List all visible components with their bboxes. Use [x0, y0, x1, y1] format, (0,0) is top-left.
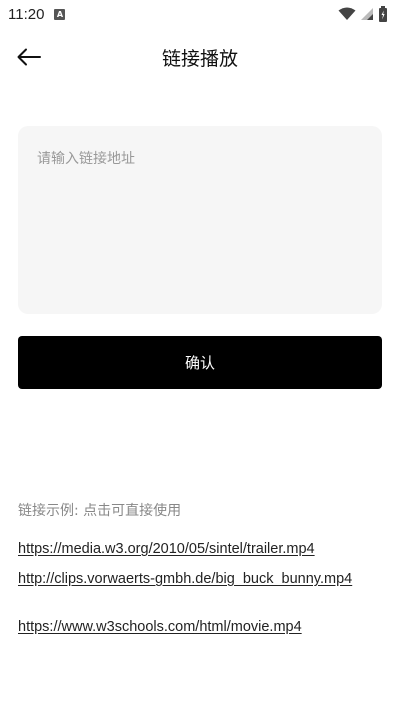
battery-icon	[379, 6, 387, 22]
confirm-button[interactable]: 确认	[18, 336, 382, 389]
wifi-icon	[338, 7, 356, 20]
signal-icon	[361, 8, 373, 20]
status-right	[338, 6, 388, 22]
example-link-2[interactable]: http://clips.vorwaerts-gmbh.de/big_buck_…	[18, 570, 363, 588]
status-left: 11:20 A	[8, 5, 66, 23]
url-input[interactable]	[18, 126, 382, 314]
examples-heading: 链接示例: 点击可直接使用	[18, 503, 182, 519]
notification-icon: A	[54, 8, 66, 20]
page-title: 链接播放	[161, 48, 238, 70]
status-time: 11:20	[8, 5, 45, 23]
example-link-3[interactable]: https://www.w3schools.com/html/movie.mp4	[18, 618, 363, 636]
example-link-1[interactable]: https://media.w3.org/2010/05/sintel/trai…	[18, 540, 363, 558]
app-header: 链接播放	[0, 36, 400, 76]
status-bar: 11:20 A	[0, 0, 400, 28]
